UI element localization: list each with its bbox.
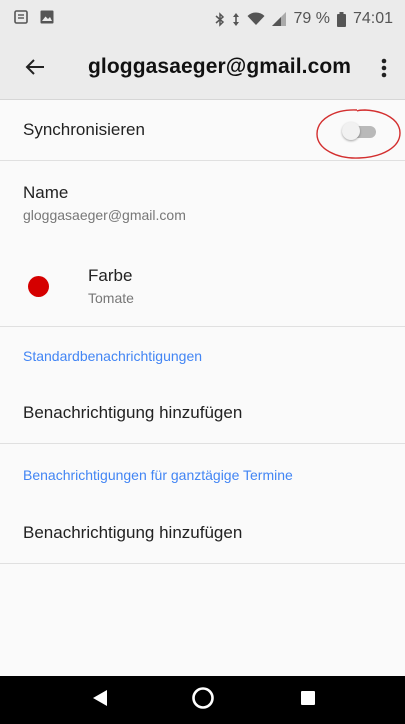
recents-square-icon bbox=[300, 690, 316, 711]
toggle-thumb bbox=[342, 122, 360, 140]
home-circle-icon bbox=[191, 686, 215, 715]
settings-screen: 79 % 74:01 gloggasaeger@gmail.com Synchr… bbox=[0, 0, 405, 724]
add-notification-label: Benachrichtigung hinzufügen bbox=[23, 403, 243, 422]
add-all-day-notification-row[interactable]: Benachrichtigung hinzufügen bbox=[0, 505, 405, 564]
nav-recents-button[interactable] bbox=[278, 676, 338, 724]
add-notification-label: Benachrichtigung hinzufügen bbox=[23, 523, 243, 542]
page-title: gloggasaeger@gmail.com bbox=[88, 55, 352, 78]
battery-percent: 79 % bbox=[293, 10, 330, 27]
section-header-default-notifications: Standardbenachrichtigungen bbox=[23, 348, 203, 364]
data-arrows-icon bbox=[232, 12, 240, 27]
bluetooth-icon bbox=[215, 11, 225, 27]
sync-toggle[interactable] bbox=[342, 122, 378, 140]
wifi-icon bbox=[247, 12, 265, 26]
section-header-all-day-notifications: Benachrichtigungen für ganztägige Termin… bbox=[23, 467, 293, 483]
color-label: Farbe bbox=[88, 266, 133, 285]
overflow-menu-button[interactable] bbox=[376, 58, 392, 82]
system-navigation-bar bbox=[0, 676, 405, 724]
image-icon bbox=[40, 10, 54, 29]
color-swatch bbox=[28, 276, 49, 297]
back-button[interactable] bbox=[22, 56, 48, 82]
add-notification-row[interactable]: Benachrichtigung hinzufügen bbox=[0, 385, 405, 444]
name-value: gloggasaeger@gmail.com bbox=[23, 207, 186, 223]
name-label: Name bbox=[23, 183, 69, 202]
battery-icon bbox=[336, 11, 346, 27]
more-vert-icon bbox=[381, 58, 387, 83]
app-bar: gloggasaeger@gmail.com bbox=[0, 38, 405, 100]
nav-back-button[interactable] bbox=[70, 676, 130, 724]
signal-icon bbox=[272, 12, 287, 26]
sim-card-icon bbox=[14, 9, 28, 29]
clock: 74:01 bbox=[352, 10, 393, 27]
name-row[interactable]: Name gloggasaeger@gmail.com bbox=[0, 161, 405, 241]
arrow-back-icon bbox=[25, 58, 45, 81]
sync-label: Synchronisieren bbox=[23, 120, 145, 139]
sync-row[interactable]: Synchronisieren bbox=[0, 100, 405, 161]
status-bar: 79 % 74:01 bbox=[0, 0, 405, 38]
nav-home-button[interactable] bbox=[173, 676, 233, 724]
color-row[interactable]: Farbe Tomate bbox=[0, 248, 405, 327]
back-triangle-icon bbox=[92, 689, 108, 712]
color-value: Tomate bbox=[88, 290, 134, 306]
